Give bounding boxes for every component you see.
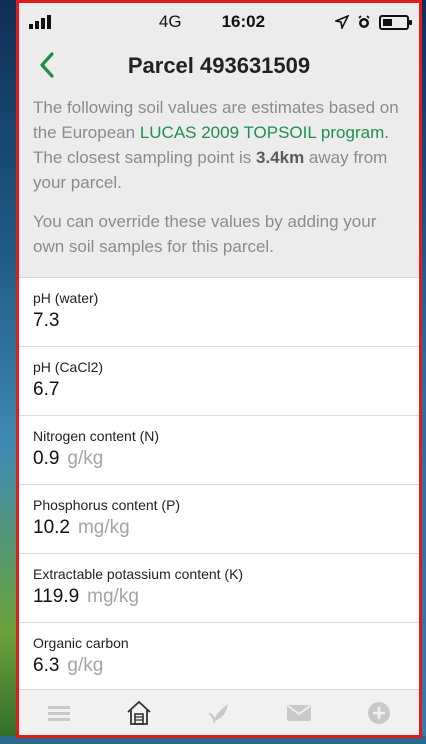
alarm-icon [358,15,370,28]
soil-label: Phosphorus content (P) [33,497,181,513]
signal-icon [29,15,89,29]
page-title: Parcel 493631509 [127,53,311,78]
soil-label: Extractable potassium content (K) [33,566,244,582]
soil-unit: mg/kg [77,517,130,538]
soil-number: 7.3 [33,310,60,331]
soil-unit: mg/kg [87,586,139,607]
soil-number: 10.2 [33,517,70,538]
location-icon [334,15,349,29]
override-paragraph: You can override these values by adding … [33,212,377,256]
soil-unit: g/kg [67,655,104,676]
tab-menu[interactable] [39,693,79,733]
soil-number: 6.3 [33,655,60,676]
soil-value: 0.9 g/kg [33,448,405,470]
soil-label: Organic carbon [33,635,129,651]
clock: 16:02 [221,12,266,31]
lucas-link[interactable]: LUCAS 2009 TOPSOIL program. [140,123,389,142]
soil-number: 0.9 [33,448,60,469]
soil-value: 6.3 g/kg [33,655,405,677]
tab-add[interactable] [359,693,399,733]
soil-row-nitrogen[interactable]: Nitrogen content (N) 0.9 g/kg [19,416,419,485]
phone-screen: 4G 16:02 Parcel 493631509 The following … [16,0,422,738]
status-bar: 4G 16:02 [19,3,419,41]
tab-bar [19,689,419,735]
info-paragraph: The following soil values are estimates … [33,95,405,195]
soil-row-potassium[interactable]: Extractable potassium content (K) 119.9 m… [19,554,419,623]
info-section: The following soil values are estimates … [19,91,419,278]
network-type: 4G [158,12,182,31]
soil-number: 119.9 [33,586,80,607]
home-icon [127,700,151,725]
soil-label: pH (water) [33,290,99,306]
soil-value: 7.3 [33,310,405,332]
soil-values-list: pH (water) 7.3 pH (CaCl2) 6.7 Nitrogen c… [19,278,419,692]
add-circle-icon [368,701,390,724]
soil-row-ph-cacl2[interactable]: pH (CaCl2) 6.7 [19,347,419,416]
info-text: The closest sampling point is [33,148,256,167]
soil-value: 119.9 mg/kg [33,586,405,608]
tab-home[interactable] [119,693,159,733]
soil-number: 6.7 [33,379,60,400]
back-icon[interactable] [37,51,57,85]
soil-label: pH (CaCl2) [33,359,104,375]
tab-messages[interactable] [279,693,319,733]
soil-value: 6.7 [33,379,405,401]
soil-unit: g/kg [67,448,104,469]
nav-bar: Parcel 493631509 [19,41,419,91]
menu-icon [48,705,70,721]
soil-row-organic-carbon[interactable]: Organic carbon 6.3 g/kg [19,623,419,692]
sprout-icon [208,703,228,724]
battery-icon [378,14,412,30]
tab-crops[interactable] [199,693,239,733]
soil-row-phosphorus[interactable]: Phosphorus content (P) 10.2 mg/kg [19,485,419,554]
soil-value: 10.2 mg/kg [33,517,405,539]
mail-icon [287,704,311,721]
distance-value: 3.4km [256,148,305,167]
soil-label: Nitrogen content (N) [33,428,160,444]
soil-row-ph-water[interactable]: pH (water) 7.3 [19,278,419,347]
